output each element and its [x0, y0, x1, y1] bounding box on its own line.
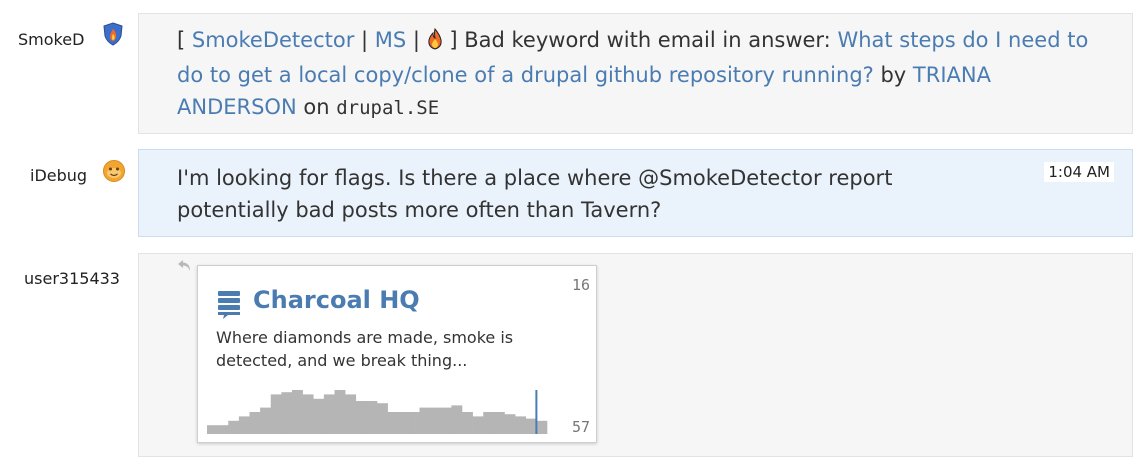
activity-bar [440, 407, 452, 434]
activity-graph [207, 390, 548, 434]
separator: | [354, 28, 375, 52]
username[interactable]: user315433 [24, 269, 120, 288]
message-row: SmokeD [ SmokeDetector | MS | ] Bad keyw… [0, 0, 1146, 140]
activity-bar [207, 425, 218, 434]
shield-fire-icon[interactable] [102, 22, 124, 46]
activity-bar [462, 412, 473, 434]
username[interactable]: iDebug [30, 166, 87, 185]
activity-bar [408, 412, 420, 434]
message-row: user315433 Charcoal HQ 16 Where diamonds… [0, 240, 1146, 468]
on-text: on [296, 95, 337, 119]
activity-bar [292, 390, 303, 434]
smokedetector-link[interactable]: SmokeDetector [192, 28, 354, 52]
room-title[interactable]: Charcoal HQ [253, 286, 420, 314]
activity-bar [249, 412, 261, 434]
activity-bar [483, 412, 495, 434]
activity-bar [323, 394, 335, 434]
activity-bar [313, 398, 325, 434]
reason-text: Bad keyword with email in answer: [464, 28, 838, 52]
activity-bar [355, 401, 367, 434]
bracket-close: ] [442, 28, 465, 52]
activity-bar [419, 407, 431, 434]
separator: | [406, 28, 427, 52]
activity-bar [270, 394, 282, 434]
activity-bar [366, 401, 378, 434]
activity-bar [377, 403, 388, 434]
reply-arrow-icon[interactable] [177, 258, 193, 277]
bottom-count: 57 [571, 418, 590, 436]
activity-bar [334, 390, 346, 434]
message-text: [ SmokeDetector | MS | ] Bad keyword wit… [177, 24, 1107, 124]
activity-bar [387, 412, 399, 434]
activity-bar [260, 407, 272, 434]
activity-bar [472, 416, 484, 434]
activity-now-marker [535, 390, 538, 434]
orange-face-icon[interactable] [102, 159, 125, 182]
activity-bar [430, 407, 442, 434]
activity-bar [281, 392, 293, 434]
message-row: iDebug I'm looking for flags. Is there a… [0, 140, 1146, 240]
activity-bar [451, 405, 463, 434]
site-name: drupal.SE [336, 97, 440, 119]
activity-bar [302, 394, 314, 434]
flame-icon[interactable] [427, 27, 443, 59]
ms-link[interactable]: MS [375, 28, 406, 52]
activity-bar [515, 416, 527, 434]
timestamp[interactable]: 1:04 AM [1044, 162, 1114, 182]
room-stack-icon [216, 290, 242, 324]
activity-bar [493, 412, 505, 434]
top-count: 16 [571, 276, 590, 294]
room-description: Where diamonds are made, smoke is detect… [216, 328, 514, 370]
message-bubble: Charcoal HQ 16 Where diamonds are made, … [138, 253, 1133, 457]
activity-bar [217, 425, 229, 434]
bracket-open: [ [177, 28, 192, 52]
activity-bar [345, 394, 357, 434]
activity-bar [536, 420, 548, 434]
activity-bar [525, 418, 537, 434]
username[interactable]: SmokeD [18, 30, 84, 49]
activity-bar [504, 414, 516, 434]
message-bubble: [ SmokeDetector | MS | ] Bad keyword wit… [138, 13, 1133, 134]
by-text: by [873, 63, 913, 87]
message-text: I'm looking for flags. Is there a place … [177, 166, 893, 222]
activity-bar [228, 420, 240, 434]
message-bubble: I'm looking for flags. Is there a place … [138, 149, 1133, 237]
activity-bar [398, 412, 410, 434]
room-onebox-card[interactable]: Charcoal HQ 16 Where diamonds are made, … [197, 265, 597, 443]
activity-bar [238, 416, 250, 434]
